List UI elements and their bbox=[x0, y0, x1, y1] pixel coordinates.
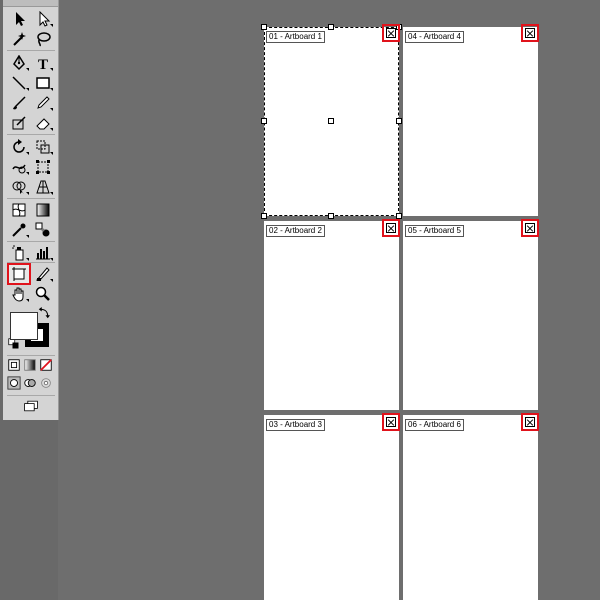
tools-separator bbox=[7, 198, 55, 199]
artboard-2[interactable]: 02 - Artboard 2 bbox=[264, 221, 399, 410]
resize-handle[interactable] bbox=[328, 213, 334, 219]
color-mode-icon[interactable] bbox=[7, 358, 21, 372]
perspective-grid-tool-icon[interactable] bbox=[33, 178, 53, 196]
lasso-tool-icon[interactable] bbox=[33, 30, 53, 48]
resize-handle[interactable] bbox=[396, 118, 402, 124]
delete-artboard-icon[interactable] bbox=[386, 223, 396, 233]
tools-separator bbox=[7, 241, 55, 242]
selection-tool-icon[interactable] bbox=[9, 10, 29, 28]
gradient-tool-icon[interactable] bbox=[33, 201, 53, 219]
blob-brush-tool-icon[interactable] bbox=[9, 114, 29, 132]
delete-artboard-icon[interactable] bbox=[386, 417, 396, 427]
artboard-label: 03 - Artboard 3 bbox=[266, 419, 325, 431]
artboard-6[interactable]: 06 - Artboard 6 bbox=[403, 415, 538, 600]
magic-wand-tool-icon[interactable] bbox=[9, 30, 29, 48]
eyedropper-tool-icon[interactable] bbox=[9, 221, 29, 239]
resize-handle[interactable] bbox=[261, 118, 267, 124]
rotate-tool-icon[interactable] bbox=[9, 138, 29, 156]
pencil-tool-icon[interactable] bbox=[33, 94, 53, 112]
warp-tool-icon[interactable] bbox=[9, 158, 29, 176]
tools-separator bbox=[7, 355, 55, 356]
slice-tool-icon[interactable] bbox=[33, 265, 53, 283]
eraser-tool-icon[interactable] bbox=[33, 114, 53, 132]
tools-separator bbox=[7, 262, 55, 263]
gradient-mode-icon[interactable] bbox=[23, 358, 37, 372]
scale-tool-icon[interactable] bbox=[33, 138, 53, 156]
delete-artboard-icon[interactable] bbox=[386, 28, 396, 38]
fill-color-swatch[interactable] bbox=[10, 312, 38, 340]
tools-panel-grip[interactable] bbox=[3, 0, 58, 7]
delete-artboard-icon[interactable] bbox=[525, 417, 535, 427]
type-tool-icon[interactable]: T bbox=[33, 54, 53, 72]
artboard-label: 04 - Artboard 4 bbox=[405, 31, 464, 43]
draw-inside-icon[interactable] bbox=[39, 376, 53, 390]
artboard-label: 01 - Artboard 1 bbox=[266, 31, 325, 43]
draw-behind-icon[interactable] bbox=[23, 376, 37, 390]
resize-handle[interactable] bbox=[261, 213, 267, 219]
free-transform-tool-icon[interactable] bbox=[33, 158, 53, 176]
shape-builder-tool-icon[interactable] bbox=[9, 178, 29, 196]
tools-separator bbox=[7, 134, 55, 135]
artboard-tool-icon[interactable] bbox=[7, 263, 31, 285]
symbol-sprayer-tool-icon[interactable] bbox=[9, 244, 29, 262]
resize-handle[interactable] bbox=[261, 24, 267, 30]
zoom-tool-icon[interactable] bbox=[33, 285, 53, 303]
mesh-tool-icon[interactable] bbox=[9, 201, 29, 219]
hand-tool-icon[interactable] bbox=[9, 285, 29, 303]
svg-text:T: T bbox=[38, 57, 48, 71]
artboard-3[interactable]: 03 - Artboard 3 bbox=[264, 415, 399, 600]
direct-selection-tool-icon[interactable] bbox=[33, 10, 53, 28]
draw-normal-icon[interactable] bbox=[7, 376, 21, 390]
artboard-center-point[interactable] bbox=[328, 118, 334, 124]
line-segment-tool-icon[interactable] bbox=[9, 74, 29, 92]
artboard-label: 05 - Artboard 5 bbox=[405, 225, 464, 237]
none-mode-icon[interactable] bbox=[39, 358, 53, 372]
column-graph-tool-icon[interactable] bbox=[33, 244, 53, 262]
rectangle-tool-icon[interactable] bbox=[33, 74, 53, 92]
tools-panel: T bbox=[0, 0, 59, 600]
artboard-label: 06 - Artboard 6 bbox=[405, 419, 464, 431]
artboard-5[interactable]: 05 - Artboard 5 bbox=[403, 221, 538, 410]
delete-artboard-icon[interactable] bbox=[525, 28, 535, 38]
resize-handle[interactable] bbox=[328, 24, 334, 30]
tools-separator bbox=[7, 395, 55, 396]
delete-artboard-icon[interactable] bbox=[525, 223, 535, 233]
artboard-4[interactable]: 04 - Artboard 4 bbox=[403, 27, 538, 216]
blend-tool-icon[interactable] bbox=[33, 221, 53, 239]
pen-tool-icon[interactable] bbox=[9, 54, 29, 72]
swap-fill-stroke-icon[interactable] bbox=[38, 307, 50, 319]
screen-mode-icon[interactable] bbox=[21, 398, 41, 414]
tools-separator bbox=[7, 50, 55, 51]
paintbrush-tool-icon[interactable] bbox=[9, 94, 29, 112]
artboard-label: 02 - Artboard 2 bbox=[266, 225, 325, 237]
